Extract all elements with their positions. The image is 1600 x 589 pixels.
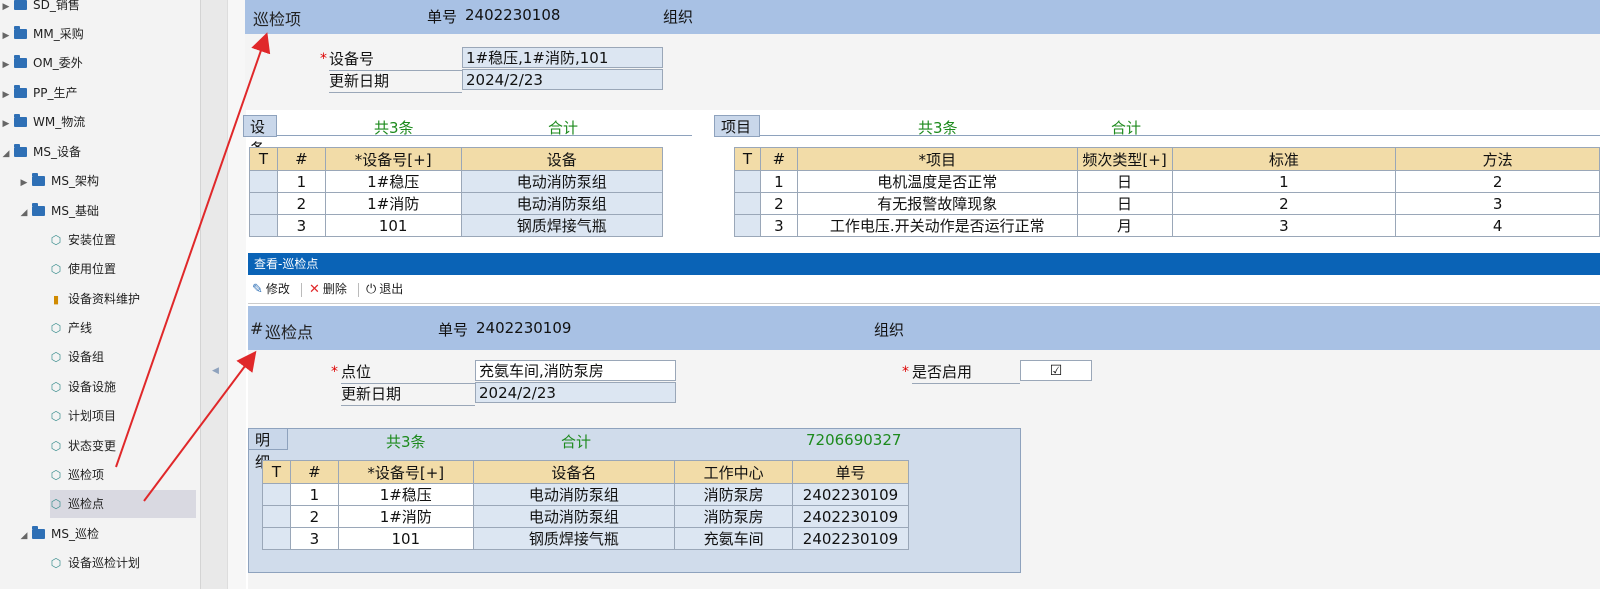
annotation-arrows [115,32,271,502]
arrow-inspection-item [115,32,271,468]
arrow-inspection-point [143,350,257,502]
